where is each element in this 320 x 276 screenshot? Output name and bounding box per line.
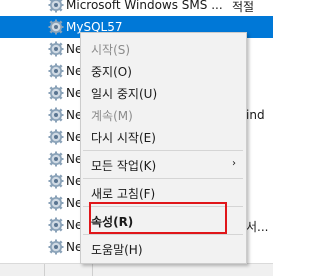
menu-item-refresh[interactable]: 새로 고침(F) bbox=[81, 181, 246, 203]
menu-item-label: 시작(S) bbox=[91, 43, 131, 57]
menu-separator bbox=[83, 234, 243, 235]
standard-tab[interactable] bbox=[44, 264, 93, 276]
menu-separator bbox=[83, 178, 243, 179]
menu-item-label: 다시 시작(E) bbox=[91, 131, 156, 145]
menu-item-label: 계속(M) bbox=[91, 109, 133, 123]
gear-icon bbox=[48, 0, 64, 13]
menu-item-label: 모든 작업(K) bbox=[91, 159, 157, 173]
menu-item-pause[interactable]: 일시 중지(U) bbox=[81, 81, 246, 103]
gear-icon bbox=[48, 19, 64, 35]
gear-icon bbox=[48, 217, 64, 233]
menu-item-restart[interactable]: 다시 시작(E) bbox=[81, 125, 246, 147]
submenu-arrow-icon: › bbox=[232, 158, 236, 169]
gear-icon bbox=[48, 41, 64, 57]
menu-item-label: 중지(O) bbox=[91, 65, 132, 79]
gear-icon bbox=[48, 151, 64, 167]
highlight-box bbox=[89, 202, 227, 234]
menu-item-stop[interactable]: 중지(O) bbox=[81, 59, 246, 81]
service-desc: ind bbox=[246, 108, 265, 122]
menu-item-label: 도움말(H) bbox=[91, 243, 143, 257]
service-desc: 서... bbox=[246, 220, 269, 234]
service-row[interactable]: Microsoft Windows SMS ... 적절 bbox=[0, 0, 273, 16]
menu-item-label: 새로 고침(F) bbox=[91, 187, 156, 201]
gear-icon bbox=[48, 129, 64, 145]
menu-separator bbox=[83, 150, 243, 151]
gear-icon bbox=[48, 107, 64, 123]
menu-item-start: 시작(S) bbox=[81, 37, 246, 59]
gear-icon bbox=[48, 195, 64, 211]
service-name: Microsoft Windows SMS ... bbox=[66, 0, 223, 12]
gear-icon bbox=[48, 85, 64, 101]
gear-icon bbox=[48, 63, 64, 79]
gear-icon bbox=[48, 173, 64, 189]
menu-item-help[interactable]: 도움말(H) bbox=[81, 237, 246, 259]
menu-item-resume: 계속(M) bbox=[81, 103, 246, 125]
view-tabs-bar bbox=[0, 263, 273, 276]
service-status: 적절 bbox=[232, 0, 255, 14]
menu-item-all-tasks[interactable]: 모든 작업(K) › bbox=[81, 153, 246, 175]
menu-item-label: 일시 중지(U) bbox=[91, 87, 158, 101]
gear-icon bbox=[48, 239, 64, 255]
extended-tab[interactable] bbox=[0, 264, 45, 276]
